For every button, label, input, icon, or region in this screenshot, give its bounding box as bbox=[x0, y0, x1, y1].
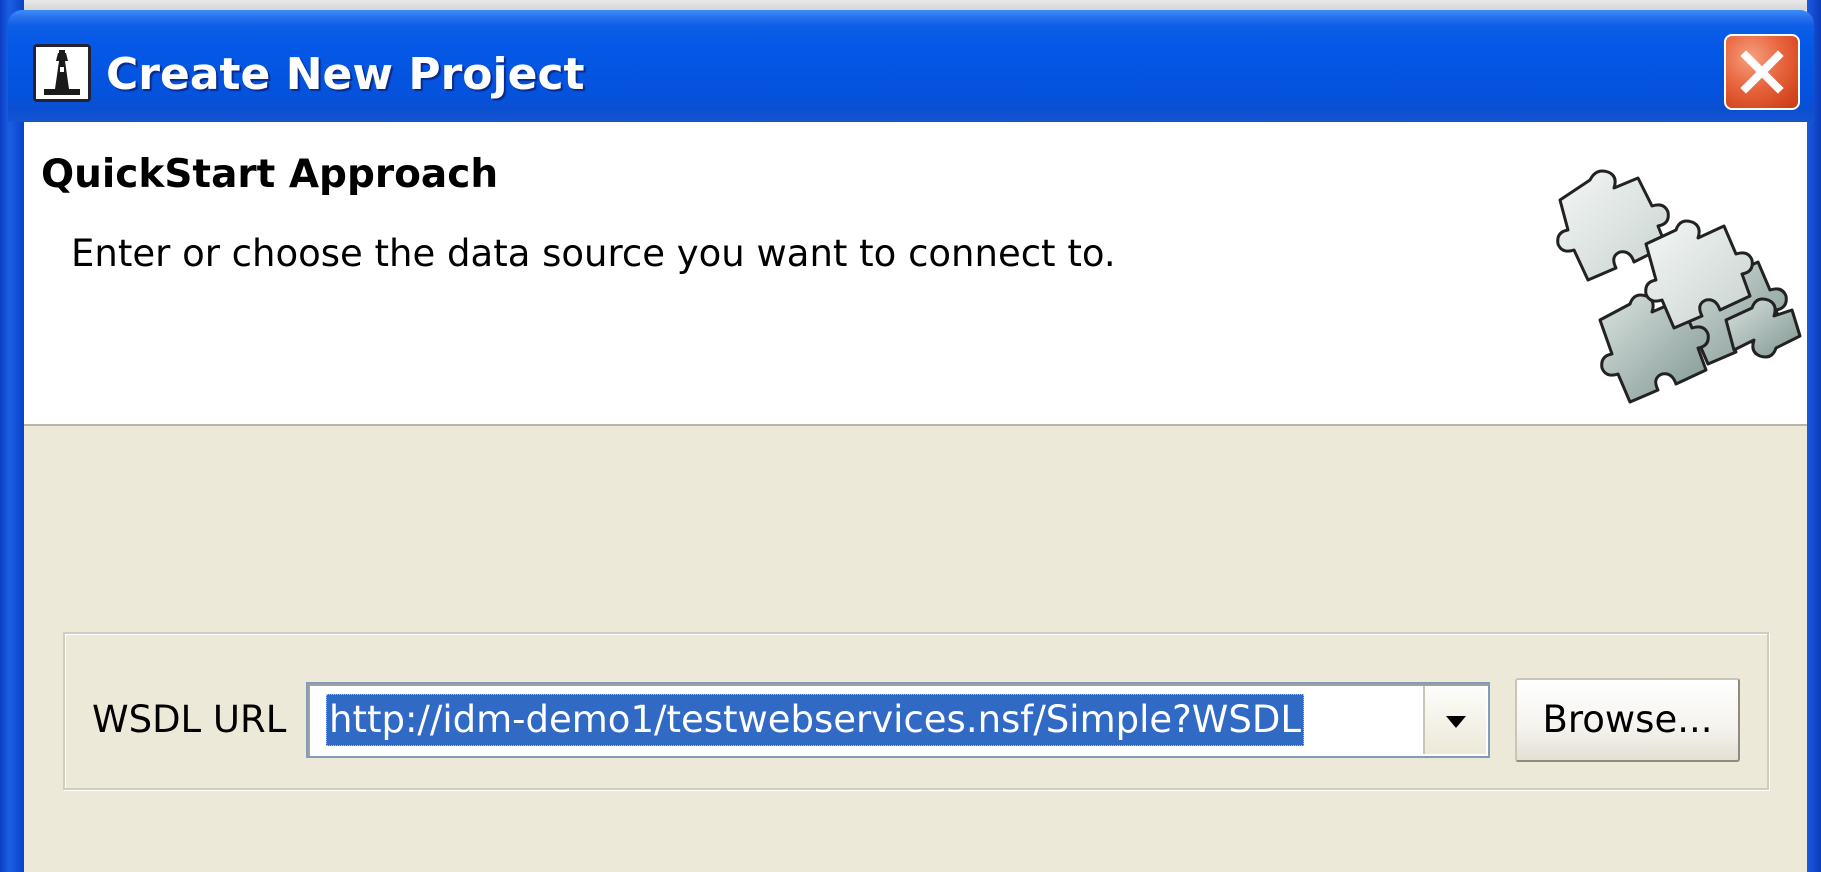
wsdl-dropdown-button[interactable] bbox=[1423, 686, 1486, 754]
window-title: Create New Project bbox=[106, 49, 585, 100]
browse-button[interactable]: Browse... bbox=[1515, 678, 1740, 762]
wsdl-url-input[interactable]: http://idm-demo1/testwebservices.nsf/Sim… bbox=[326, 694, 1304, 746]
window-frame-right bbox=[1807, 0, 1821, 872]
lighthouse-app-icon bbox=[33, 44, 91, 102]
chevron-down-icon bbox=[1446, 716, 1466, 728]
wsdl-url-label: WSDL URL bbox=[92, 698, 287, 741]
page-title: QuickStart Approach bbox=[41, 152, 499, 197]
close-button[interactable] bbox=[1724, 34, 1800, 110]
close-icon bbox=[1740, 50, 1784, 94]
puzzle-pieces-icon bbox=[1556, 169, 1802, 404]
page-description: Enter or choose the data source you want… bbox=[71, 232, 1116, 275]
desktop-strip bbox=[0, 0, 1821, 10]
window-frame-left bbox=[0, 0, 24, 872]
create-project-dialog: Create New Project QuickStart Approach E… bbox=[0, 0, 1821, 872]
